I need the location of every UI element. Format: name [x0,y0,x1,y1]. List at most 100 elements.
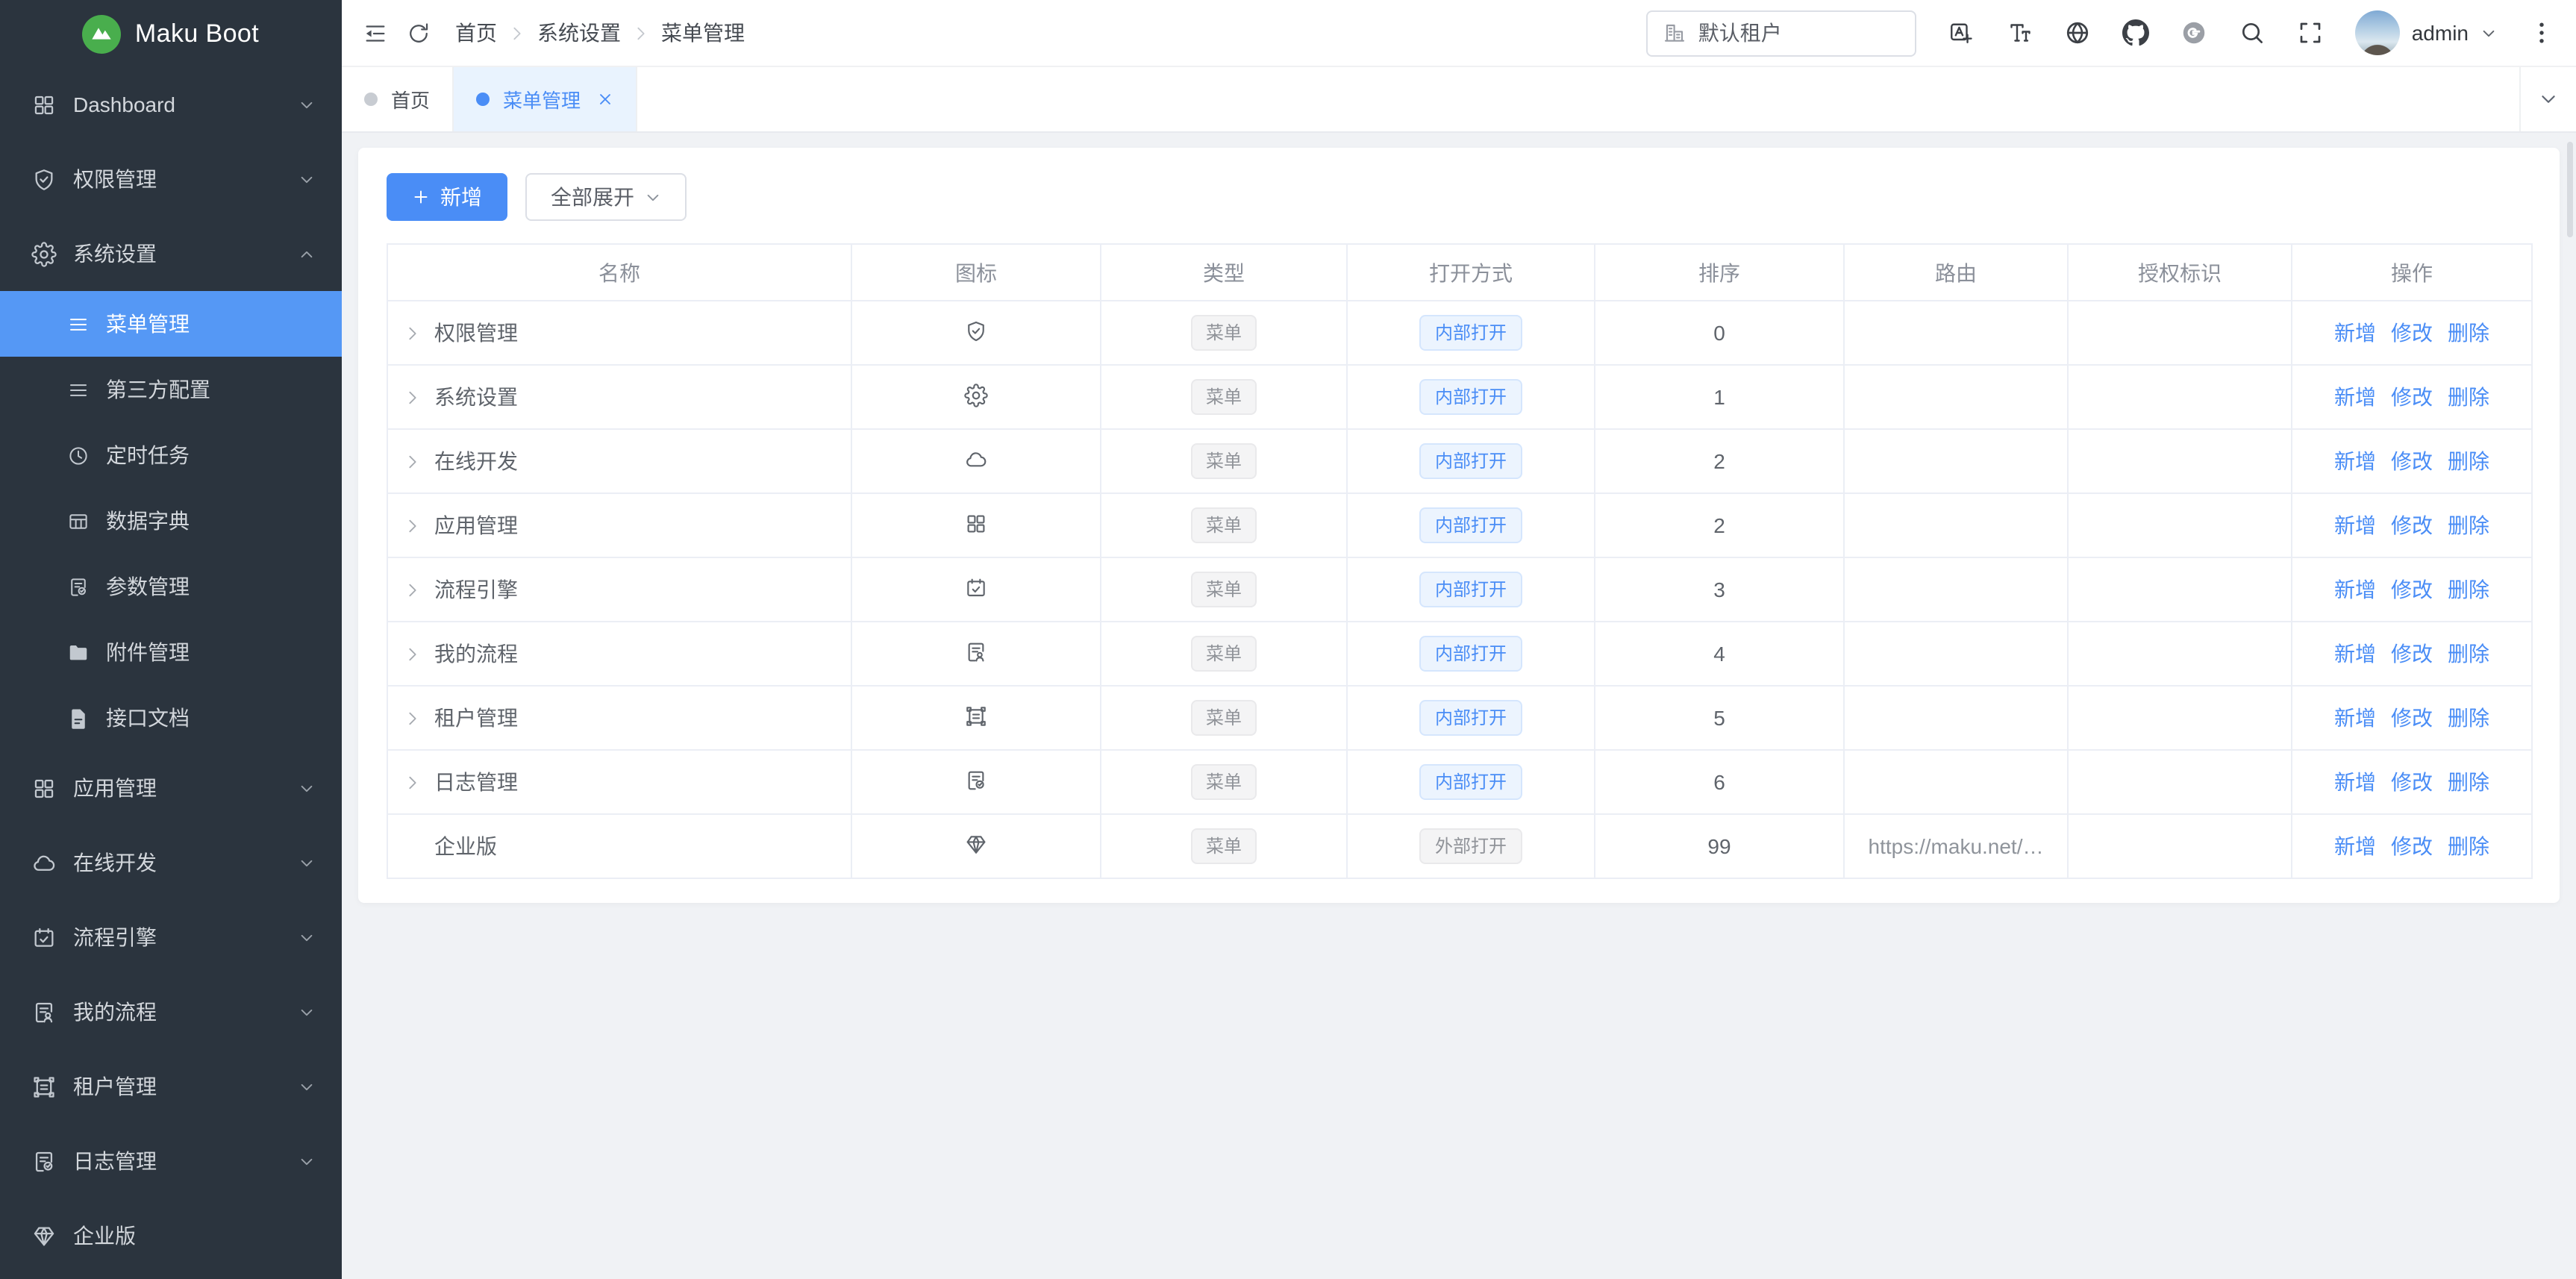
sidebar-item[interactable]: 我的流程 [0,975,342,1049]
plus-icon [412,188,430,206]
row-op-link[interactable]: 删除 [2448,834,2489,858]
doc-check-icon [67,575,90,598]
expand-row-icon[interactable] [404,774,421,790]
sidebar-subitem[interactable]: 菜单管理 [0,291,342,357]
row-actions: 新增修改删除 [2292,301,2532,365]
row-actions: 新增修改删除 [2292,365,2532,429]
menu-name: 日志管理 [434,767,518,797]
expand-row-icon[interactable] [404,581,421,598]
sidebar-item[interactable]: 在线开发 [0,825,342,900]
row-op-link[interactable]: 删除 [2448,578,2489,601]
row-op-link[interactable]: 修改 [2391,578,2433,601]
row-op-link[interactable]: 修改 [2391,706,2433,730]
gitee-icon[interactable] [2180,19,2207,46]
row-op-link[interactable]: 修改 [2391,513,2433,537]
user-menu[interactable]: admin [2355,10,2497,55]
sidebar-item[interactable]: 应用管理 [0,751,342,825]
row-op-link[interactable]: 删除 [2448,513,2489,537]
sidebar-subitem[interactable]: 附件管理 [0,619,342,685]
cloud-icon [964,447,988,471]
row-op-link[interactable]: 删除 [2448,642,2489,666]
expand-row-icon[interactable] [404,325,421,341]
translate-icon[interactable] [1948,19,1975,46]
vertical-scrollbar[interactable] [2567,142,2573,237]
breadcrumb-item[interactable]: 系统设置 [537,18,621,48]
chevron-down-icon [298,1004,315,1020]
sidebar-item-label: 我的流程 [73,997,298,1027]
github-icon[interactable] [2122,19,2149,46]
auth-value [2068,429,2292,493]
sidebar-subitem[interactable]: 定时任务 [0,422,342,488]
row-op-link[interactable]: 删除 [2448,385,2489,409]
sidebar-item[interactable]: 流程引擎 [0,900,342,975]
sidebar-item[interactable]: 日志管理 [0,1124,342,1198]
collapse-sidebar-icon[interactable] [363,20,388,46]
more-ellipsis-icon[interactable] [2528,19,2555,46]
expand-row-icon[interactable] [404,389,421,405]
row-op-link[interactable]: 修改 [2391,642,2433,666]
sidebar-subitem[interactable]: 第三方配置 [0,357,342,422]
search-icon[interactable] [2239,19,2266,46]
sidebar-item[interactable]: 租户管理 [0,1049,342,1124]
row-op-link[interactable]: 修改 [2391,321,2433,345]
type-tag: 菜单 [1191,507,1257,543]
refresh-icon[interactable] [406,20,431,46]
row-op-link[interactable]: 修改 [2391,385,2433,409]
row-op-link[interactable]: 新增 [2334,706,2376,730]
sidebar-item-label: 权限管理 [73,164,298,194]
sidebar: Maku Boot Dashboard 权限管理 系统设置 菜单管理 第三方配置… [0,0,342,1279]
row-op-link[interactable]: 新增 [2334,578,2376,601]
row-op-link[interactable]: 删除 [2448,770,2489,794]
row-op-link[interactable]: 新增 [2334,449,2376,473]
add-button[interactable]: 新增 [387,173,507,221]
sidebar-item[interactable]: 企业版 [0,1198,342,1273]
row-op-link[interactable]: 新增 [2334,513,2376,537]
expand-row-icon[interactable] [404,645,421,662]
expand-all-button[interactable]: 全部展开 [525,173,687,221]
app-logo[interactable]: Maku Boot [0,0,342,67]
row-op-link[interactable]: 删除 [2448,321,2489,345]
menu-name: 我的流程 [434,639,518,669]
route-value [1844,301,2068,365]
fullscreen-icon[interactable] [2297,19,2324,46]
sidebar-subitem[interactable]: 参数管理 [0,554,342,619]
calendar-check-icon [31,925,57,950]
row-op-link[interactable]: 新增 [2334,321,2376,345]
expand-row-icon[interactable] [404,710,421,726]
clock-icon [67,444,90,466]
sidebar-item-label: 系统设置 [73,239,298,269]
globe-icon[interactable] [2064,19,2091,46]
auth-value [2068,557,2292,622]
row-op-link[interactable]: 删除 [2448,449,2489,473]
row-op-link[interactable]: 新增 [2334,770,2376,794]
sidebar-subitem[interactable]: 接口文档 [0,685,342,751]
sort-value: 4 [1595,622,1844,686]
sidebar-item[interactable]: 权限管理 [0,142,342,216]
breadcrumb-item[interactable]: 菜单管理 [661,18,745,48]
diamond-icon [964,832,988,856]
tenant-select[interactable]: 默认租户 [1646,10,1916,56]
tab-item[interactable]: 首页 [342,67,454,131]
sidebar-item[interactable]: Dashboard [0,67,342,142]
header-icons [1948,19,2324,46]
route-value [1844,429,2068,493]
row-actions: 新增修改删除 [2292,814,2532,878]
row-op-link[interactable]: 修改 [2391,834,2433,858]
row-op-link[interactable]: 修改 [2391,449,2433,473]
tabs: 首页 菜单管理 [342,67,637,131]
row-op-link[interactable]: 新增 [2334,385,2376,409]
font-size-icon[interactable] [2006,19,2033,46]
close-icon[interactable] [597,91,613,107]
row-op-link[interactable]: 删除 [2448,706,2489,730]
expand-row-icon[interactable] [404,517,421,534]
expand-row-icon[interactable] [404,453,421,469]
tabs-dropdown-button[interactable] [2519,67,2576,131]
sidebar-subitem[interactable]: 数据字典 [0,488,342,554]
auth-value [2068,750,2292,814]
sidebar-item[interactable]: 系统设置 [0,216,342,291]
row-op-link[interactable]: 新增 [2334,642,2376,666]
row-op-link[interactable]: 修改 [2391,770,2433,794]
breadcrumb-item[interactable]: 首页 [455,18,497,48]
row-op-link[interactable]: 新增 [2334,834,2376,858]
tab-active[interactable]: 菜单管理 [454,67,637,131]
